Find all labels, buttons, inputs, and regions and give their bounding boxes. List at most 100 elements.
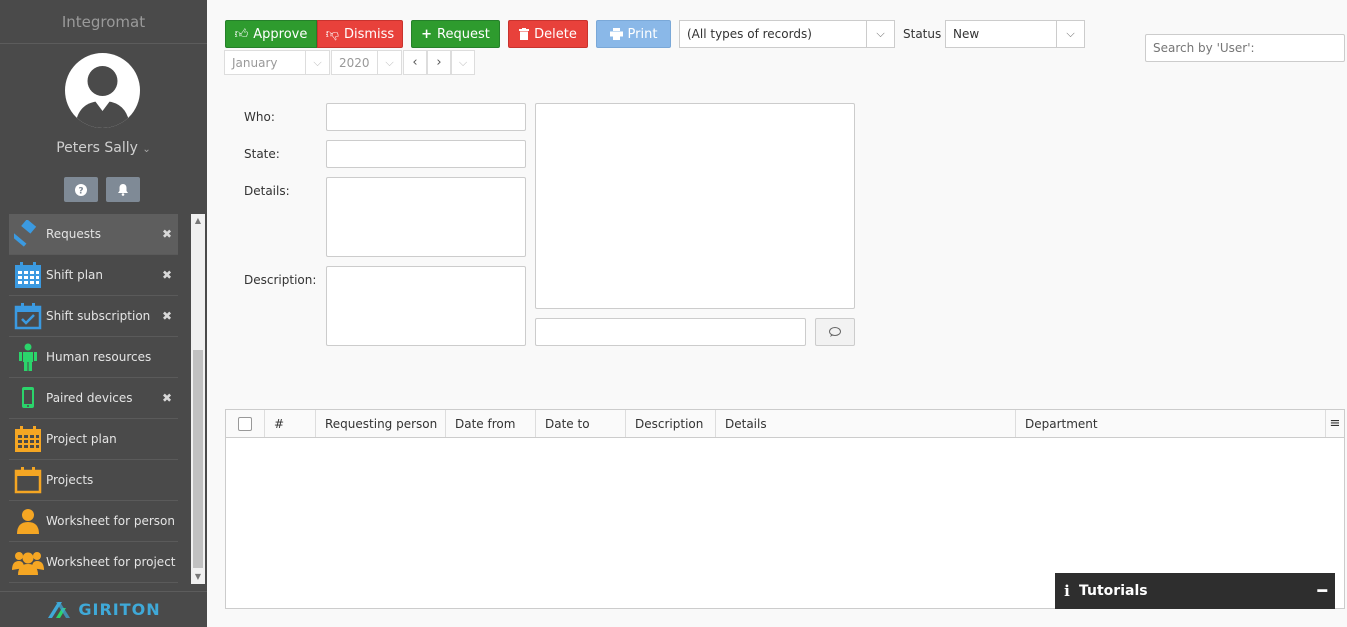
sidebar-item-label: Paired devices bbox=[46, 391, 133, 405]
status-label: Status bbox=[903, 27, 942, 41]
bell-icon bbox=[118, 184, 128, 196]
description-textarea[interactable] bbox=[326, 266, 526, 346]
hammer-icon bbox=[9, 218, 46, 250]
comment-icon bbox=[829, 327, 841, 337]
next-button[interactable]: › bbox=[427, 50, 451, 75]
close-icon[interactable]: ✖ bbox=[162, 268, 178, 282]
column-header-number[interactable]: # bbox=[265, 410, 316, 437]
approve-button[interactable]: 👍︎ Approve bbox=[225, 20, 317, 48]
user-silhouette-icon bbox=[75, 66, 130, 128]
chevron-down-icon: ⌵ bbox=[1056, 21, 1084, 47]
brand-name: GIRITON bbox=[78, 600, 161, 619]
sidebar-item-label: Project plan bbox=[46, 432, 117, 446]
giriton-logo-icon bbox=[48, 601, 71, 618]
column-menu-button[interactable]: ≡ bbox=[1326, 410, 1344, 437]
info-icon: i bbox=[1064, 582, 1070, 600]
send-comment-button[interactable] bbox=[815, 318, 855, 346]
details-textarea[interactable] bbox=[326, 177, 526, 257]
sidebar-item-label: Projects bbox=[46, 473, 94, 487]
dismiss-button[interactable]: 👎︎ Dismiss bbox=[317, 20, 403, 48]
prev-button[interactable]: ‹ bbox=[403, 50, 427, 75]
sidebar-item-shift-subscription[interactable]: Shift subscription ✖ bbox=[9, 296, 178, 337]
year-select[interactable]: 2020 ⌵ bbox=[331, 50, 402, 75]
month-value: January bbox=[232, 55, 278, 70]
chevron-down-icon: ⌵ bbox=[866, 21, 894, 47]
chevron-right-icon: › bbox=[436, 55, 442, 70]
thumbs-down-icon: 👎︎ bbox=[325, 26, 339, 42]
sidebar-scrollbar[interactable]: ▲ ▼ bbox=[191, 214, 205, 584]
who-input[interactable] bbox=[326, 103, 526, 131]
column-header-description[interactable]: Description bbox=[626, 410, 716, 437]
brand-logo: GIRITON bbox=[0, 591, 207, 627]
sidebar-menu: Requests ✖ Shift plan ✖ Shift subscripti… bbox=[9, 214, 178, 586]
more-button[interactable]: ⌵ bbox=[451, 50, 475, 75]
scroll-up-icon[interactable]: ▲ bbox=[191, 214, 205, 228]
print-label: Print bbox=[627, 26, 658, 42]
user-menu[interactable]: Peters Sally ⌄ bbox=[0, 140, 207, 156]
select-all-checkbox[interactable] bbox=[238, 416, 252, 431]
details-label: Details: bbox=[244, 184, 290, 198]
sidebar-item-project-plan[interactable]: Project plan bbox=[9, 419, 178, 460]
notifications-button[interactable] bbox=[106, 177, 140, 202]
record-type-select[interactable]: (All types of records) ⌵ bbox=[679, 20, 895, 48]
close-icon[interactable]: ✖ bbox=[162, 391, 178, 405]
delete-button[interactable]: Delete bbox=[508, 20, 588, 48]
table-header: # Requesting person Date from Date to De… bbox=[226, 410, 1344, 438]
status-select[interactable]: New ⌵ bbox=[945, 20, 1085, 48]
year-value: 2020 bbox=[339, 55, 370, 70]
sidebar-item-shift-plan[interactable]: Shift plan ✖ bbox=[9, 255, 178, 296]
sidebar-item-label: Human resources bbox=[46, 350, 152, 364]
help-button[interactable]: ? bbox=[64, 177, 98, 202]
user-icon bbox=[9, 505, 46, 537]
column-header-date-from[interactable]: Date from bbox=[446, 410, 536, 437]
scroll-thumb[interactable] bbox=[193, 350, 203, 568]
thumbs-up-icon: 👍︎ bbox=[234, 26, 249, 42]
chevron-down-icon: ⌵ bbox=[458, 55, 468, 69]
sidebar-item-paired-devices[interactable]: Paired devices ✖ bbox=[9, 378, 178, 419]
month-select[interactable]: January ⌵ bbox=[224, 50, 330, 75]
column-header-requesting-person[interactable]: Requesting person bbox=[316, 410, 446, 437]
comment-input[interactable] bbox=[535, 318, 806, 346]
chevron-down-icon: ⌄ bbox=[142, 144, 151, 155]
scroll-down-icon[interactable]: ▼ bbox=[191, 570, 205, 584]
comments-box bbox=[535, 103, 855, 309]
user-name: Peters Sally bbox=[56, 140, 138, 156]
tutorials-panel[interactable]: i Tutorials ━ bbox=[1055, 573, 1335, 609]
state-input[interactable] bbox=[326, 140, 526, 168]
status-value: New bbox=[953, 27, 980, 41]
hamburger-icon: ≡ bbox=[1329, 416, 1341, 431]
sidebar-item-label: Worksheet for person bbox=[46, 514, 175, 528]
column-header-department[interactable]: Department bbox=[1016, 410, 1326, 437]
request-button[interactable]: + Request bbox=[411, 20, 500, 48]
calendar-icon bbox=[9, 464, 46, 496]
column-header-date-to[interactable]: Date to bbox=[536, 410, 626, 437]
person-icon bbox=[9, 341, 46, 373]
main-content: 👍︎ Approve 👎︎ Dismiss + Request Delete P… bbox=[207, 0, 1347, 627]
dismiss-label: Dismiss bbox=[343, 26, 395, 42]
select-all-cell bbox=[226, 410, 265, 437]
print-button[interactable]: Print bbox=[596, 20, 671, 48]
minimize-icon[interactable]: ━ bbox=[1317, 581, 1327, 600]
state-label: State: bbox=[244, 147, 280, 161]
calendar-grid-icon bbox=[9, 259, 46, 291]
chevron-down-icon: ⌵ bbox=[305, 51, 329, 74]
sidebar-item-human-resources[interactable]: Human resources bbox=[9, 337, 178, 378]
sidebar-item-label: Shift plan bbox=[46, 268, 103, 282]
sidebar-item-projects[interactable]: Projects bbox=[9, 460, 178, 501]
chevron-down-icon: ⌵ bbox=[377, 51, 401, 74]
printer-icon bbox=[609, 28, 623, 40]
description-label: Description: bbox=[244, 273, 317, 287]
chevron-left-icon: ‹ bbox=[412, 55, 418, 70]
sidebar-item-label: Shift subscription bbox=[46, 309, 151, 323]
column-header-details[interactable]: Details bbox=[716, 410, 1016, 437]
app-title: Integromat bbox=[0, 0, 207, 44]
plus-icon: + bbox=[421, 26, 433, 42]
avatar[interactable] bbox=[65, 53, 140, 128]
trash-icon bbox=[519, 28, 530, 40]
close-icon[interactable]: ✖ bbox=[162, 309, 178, 323]
sidebar-item-worksheet-project[interactable]: Worksheet for project bbox=[9, 542, 178, 583]
sidebar-item-requests[interactable]: Requests ✖ bbox=[9, 214, 178, 255]
sidebar-item-worksheet-person[interactable]: Worksheet for person bbox=[9, 501, 178, 542]
search-input[interactable] bbox=[1145, 34, 1345, 62]
close-icon[interactable]: ✖ bbox=[162, 227, 178, 241]
